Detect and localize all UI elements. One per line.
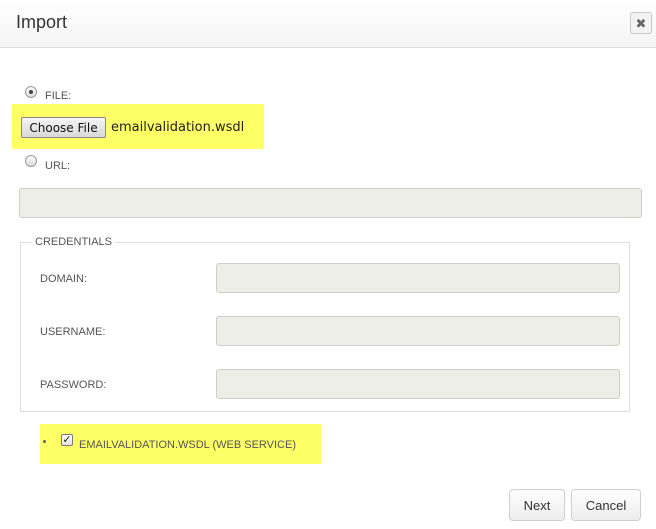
url-radio[interactable] [25,155,37,167]
dialog-title: Import [16,12,68,32]
checkmark-icon: ✓ [62,433,72,446]
domain-input[interactable] [216,263,620,293]
credentials-legend: CREDENTIALS [32,236,116,248]
username-label: USERNAME: [40,326,106,338]
file-radio-label: FILE: [45,90,72,102]
username-input[interactable] [216,316,620,346]
service-checkbox[interactable]: ✓ [61,434,73,446]
close-icon: ✖ [635,15,647,31]
selected-file-name: emailvalidation.wsdl [111,120,245,135]
import-dialog: Import ✖ FILE: Choose File emailvalidati… [0,0,656,529]
url-radio-label: URL: [45,160,71,172]
password-input[interactable] [216,369,620,399]
dialog-header: Import ✖ [0,0,656,48]
list-bullet [43,440,46,443]
file-radio[interactable] [25,86,37,98]
cancel-button[interactable]: Cancel [571,489,641,521]
service-label: EMAILVALIDATION.WSDL (WEB SERVICE) [79,439,296,451]
url-input[interactable] [19,188,642,218]
next-button[interactable]: Next [509,489,565,521]
domain-label: DOMAIN: [40,273,88,285]
choose-file-button[interactable]: Choose File [21,117,106,138]
password-label: PASSWORD: [40,379,107,391]
close-button[interactable]: ✖ [630,12,652,34]
